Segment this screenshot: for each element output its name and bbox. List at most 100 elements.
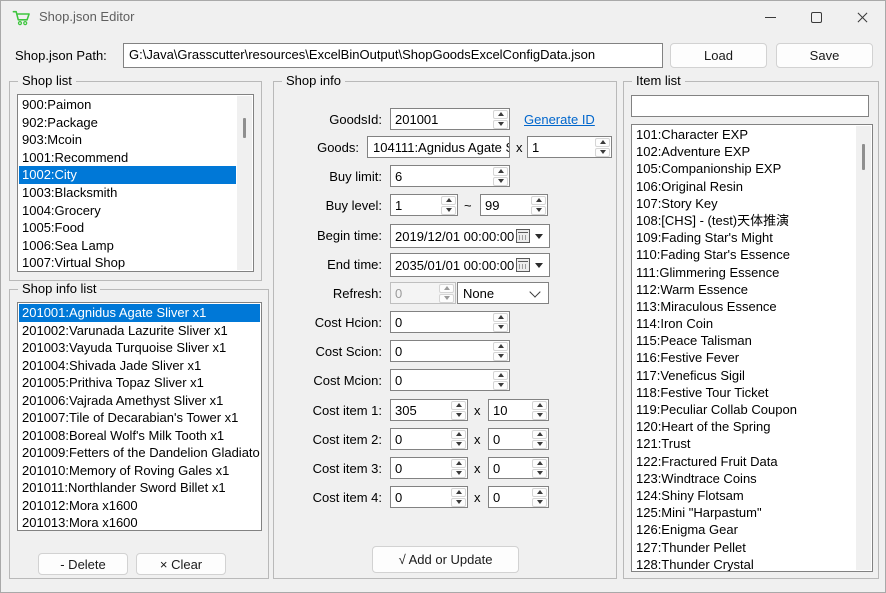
spin-up-button[interactable] <box>532 430 547 439</box>
list-item[interactable]: 201006:Vajrada Amethyst Sliver x1 <box>19 392 260 410</box>
shop-listbox[interactable]: 900:Paimon902:Package903:Mcoin1001:Recom… <box>17 94 254 272</box>
list-item[interactable]: 1004:Grocery <box>19 202 236 220</box>
list-item[interactable]: 201013:Mora x1600 <box>19 514 260 531</box>
spin-down-button[interactable] <box>493 323 508 332</box>
spin-up-button[interactable] <box>441 196 456 205</box>
spin-down-button[interactable] <box>532 498 547 507</box>
cost-item-3-id-input[interactable]: 0 <box>390 457 468 479</box>
cost-item-1-id-input[interactable]: 305 <box>390 399 468 421</box>
spin-down-button[interactable] <box>451 411 466 420</box>
buy-level-min-input[interactable]: 1 <box>390 194 458 216</box>
scrollbar[interactable] <box>856 126 871 570</box>
buy-level-max-input[interactable]: 99 <box>480 194 548 216</box>
spin-up-button[interactable] <box>493 313 508 322</box>
spin-up-button[interactable] <box>493 167 508 176</box>
list-item[interactable]: 117:Veneficus Sigil <box>633 367 855 384</box>
list-item[interactable]: 102:Adventure EXP <box>633 143 855 160</box>
spin-up-button[interactable] <box>451 488 466 497</box>
scrollbar-thumb[interactable] <box>243 118 246 138</box>
list-item[interactable]: 201007:Tile of Decarabian's Tower x1 <box>19 409 260 427</box>
list-item[interactable]: 116:Festive Fever <box>633 349 855 366</box>
scrollbar-thumb[interactable] <box>862 144 865 170</box>
spin-down-button[interactable] <box>493 120 508 129</box>
dropdown-arrow-icon[interactable] <box>535 263 543 268</box>
spin-down-button[interactable] <box>493 177 508 186</box>
maximize-button[interactable] <box>793 1 839 33</box>
list-item[interactable]: 201005:Prithiva Topaz Sliver x1 <box>19 374 260 392</box>
item-search-input[interactable] <box>631 95 869 117</box>
list-item[interactable]: 106:Original Resin <box>633 178 855 195</box>
end-time-picker[interactable]: 2035/01/01 00:00:00 <box>390 253 550 277</box>
goodsid-input[interactable]: 201001 <box>390 108 510 130</box>
list-item[interactable]: 201001:Agnidus Agate Sliver x1 <box>19 304 260 322</box>
cost-scion-input[interactable]: 0 <box>390 340 510 362</box>
spin-down-button[interactable] <box>493 381 508 390</box>
spin-up-button[interactable] <box>451 459 466 468</box>
list-item[interactable]: 105:Companionship EXP <box>633 160 855 177</box>
buy-limit-input[interactable]: 6 <box>390 165 510 187</box>
list-item[interactable]: 101:Character EXP <box>633 126 855 143</box>
list-item[interactable]: 122:Fractured Fruit Data <box>633 453 855 470</box>
spin-up-button[interactable] <box>532 401 547 410</box>
spin-up-button[interactable] <box>493 371 508 380</box>
list-item[interactable]: 201010:Memory of Roving Gales x1 <box>19 462 260 480</box>
cost-hcion-input[interactable]: 0 <box>390 311 510 333</box>
list-item[interactable]: 900:Paimon <box>19 96 236 114</box>
path-input[interactable]: G:\Java\Grasscutter\resources\ExcelBinOu… <box>123 43 663 68</box>
list-item[interactable]: 112:Warm Essence <box>633 281 855 298</box>
list-item[interactable]: 110:Fading Star's Essence <box>633 246 855 263</box>
list-item[interactable]: 111:Glimmering Essence <box>633 264 855 281</box>
list-item[interactable]: 201012:Mora x1600 <box>19 497 260 515</box>
spin-down-button[interactable] <box>451 498 466 507</box>
list-item[interactable]: 121:Trust <box>633 435 855 452</box>
delete-button[interactable]: - Delete <box>38 553 128 575</box>
spin-up-button[interactable] <box>493 342 508 351</box>
spin-up-button[interactable] <box>532 459 547 468</box>
cost-item-2-count-input[interactable]: 0 <box>488 428 549 450</box>
spin-down-button[interactable] <box>451 469 466 478</box>
spin-down-button[interactable] <box>595 148 610 157</box>
list-item[interactable]: 120:Heart of the Spring <box>633 418 855 435</box>
spin-up-button[interactable] <box>531 196 546 205</box>
spin-down-button[interactable] <box>451 440 466 449</box>
list-item[interactable]: 128:Thunder Crystal <box>633 556 855 572</box>
list-item[interactable]: 902:Package <box>19 114 236 132</box>
list-item[interactable]: 1002:City <box>19 166 236 184</box>
goods-count-input[interactable]: 1 <box>527 136 612 158</box>
generate-id-link[interactable]: Generate ID <box>524 112 595 127</box>
list-item[interactable]: 201004:Shivada Jade Sliver x1 <box>19 357 260 375</box>
list-item[interactable]: 201003:Vayuda Turquoise Sliver x1 <box>19 339 260 357</box>
list-item[interactable]: 1003:Blacksmith <box>19 184 236 202</box>
dropdown-arrow-icon[interactable] <box>535 234 543 239</box>
load-button[interactable]: Load <box>670 43 767 68</box>
list-item[interactable]: 201002:Varunada Lazurite Sliver x1 <box>19 322 260 340</box>
list-item[interactable]: 118:Festive Tour Ticket <box>633 384 855 401</box>
scrollbar[interactable] <box>237 96 252 270</box>
minimize-button[interactable] <box>747 1 793 33</box>
clear-button[interactable]: × Clear <box>136 553 226 575</box>
save-button[interactable]: Save <box>776 43 873 68</box>
list-item[interactable]: 1006:Sea Lamp <box>19 237 236 255</box>
refresh-type-select[interactable]: None <box>457 282 549 304</box>
list-item[interactable]: 108:[CHS] - (test)天体推演 <box>633 212 855 229</box>
spin-down-button[interactable] <box>531 206 546 215</box>
list-item[interactable]: 123:Windtrace Coins <box>633 470 855 487</box>
cost-item-2-id-input[interactable]: 0 <box>390 428 468 450</box>
list-item[interactable]: 1007:Virtual Shop <box>19 254 236 272</box>
spin-up-button[interactable] <box>451 401 466 410</box>
list-item[interactable]: 1001:Recommend <box>19 149 236 167</box>
spin-down-button[interactable] <box>532 411 547 420</box>
item-listbox[interactable]: 101:Character EXP102:Adventure EXP105:Co… <box>631 124 873 572</box>
list-item[interactable]: 109:Fading Star's Might <box>633 229 855 246</box>
spin-down-button[interactable] <box>439 294 454 303</box>
close-button[interactable] <box>839 1 885 33</box>
list-item[interactable]: 119:Peculiar Collab Coupon <box>633 401 855 418</box>
spin-up-button[interactable] <box>493 110 508 119</box>
spin-up-button[interactable] <box>532 488 547 497</box>
list-item[interactable]: 114:Iron Coin <box>633 315 855 332</box>
list-item[interactable]: 201009:Fetters of the Dandelion Gladiato <box>19 444 260 462</box>
shop-info-listbox[interactable]: 201001:Agnidus Agate Sliver x1201002:Var… <box>17 302 262 531</box>
list-item[interactable]: 903:Mcoin <box>19 131 236 149</box>
list-item[interactable]: 124:Shiny Flotsam <box>633 487 855 504</box>
spin-up-button[interactable] <box>451 430 466 439</box>
